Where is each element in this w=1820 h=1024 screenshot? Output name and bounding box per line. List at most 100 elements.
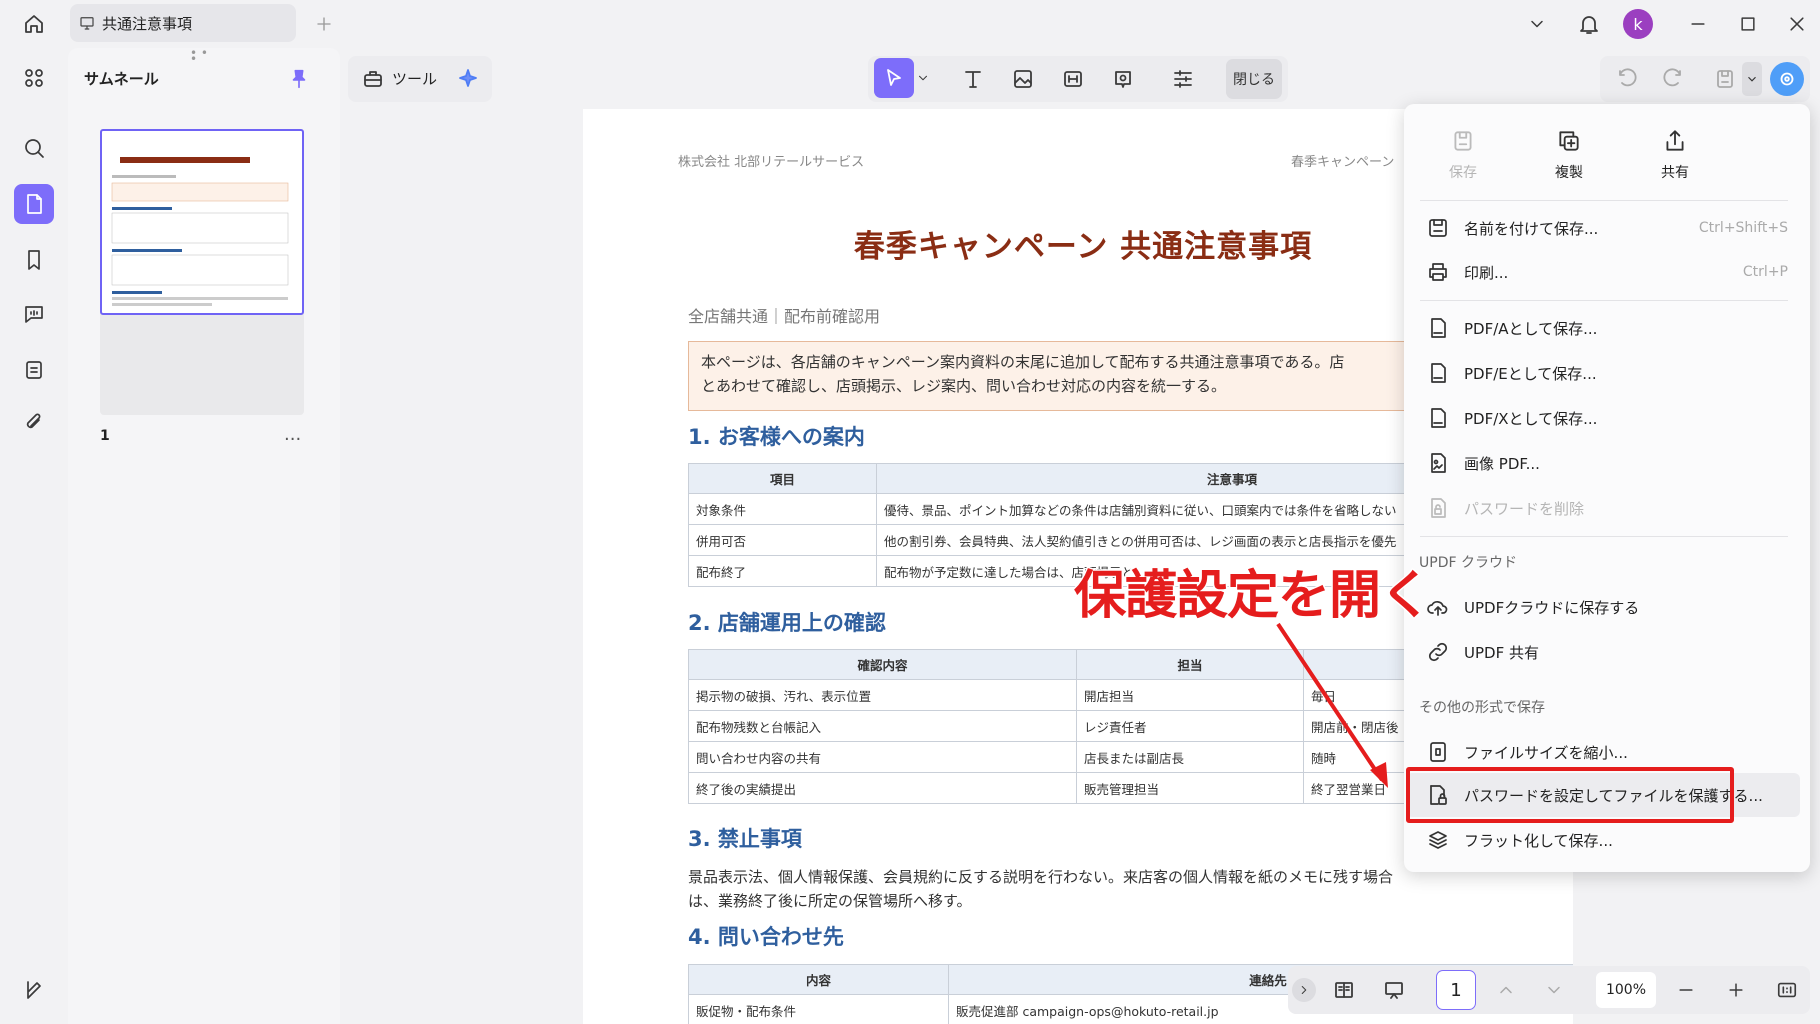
document-tab-title: 共通注意事項 xyxy=(102,14,193,33)
search-icon[interactable] xyxy=(14,128,54,168)
menu-item-label: UPDF 共有 xyxy=(1464,643,1539,662)
close-window-icon[interactable] xyxy=(1782,10,1812,38)
zoom-level[interactable]: 100% xyxy=(1596,972,1656,1008)
menu-divider xyxy=(1420,200,1788,201)
table-cell: 掲示物の破損、汚れ、表示位置 xyxy=(688,679,1077,711)
document-subtitle: 全店舗共通｜配布前確認用 xyxy=(688,307,881,326)
maximize-icon[interactable] xyxy=(1733,10,1763,38)
menu-item-label: 名前を付けて保存... xyxy=(1464,219,1599,238)
menu-save-button[interactable]: 保存 xyxy=(1418,128,1508,182)
section-heading: 1. お客様への案内 xyxy=(688,425,865,449)
save-as-icon xyxy=(1429,219,1447,237)
chevron-down-icon[interactable] xyxy=(1524,12,1550,36)
thumbnail-more-icon[interactable]: ... xyxy=(284,424,301,445)
properties-sliders-icon[interactable] xyxy=(1166,62,1200,96)
page-header-left: 株式会社 北部リテールサービス xyxy=(678,155,865,170)
paperclip-icon[interactable] xyxy=(14,404,54,444)
redo-icon[interactable] xyxy=(1658,64,1688,94)
toolbox-icon[interactable] xyxy=(358,64,388,94)
select-cursor-icon[interactable] xyxy=(874,58,914,98)
save-menu-toggle[interactable] xyxy=(1742,62,1762,96)
stamp-tool-icon[interactable] xyxy=(1106,62,1140,96)
paragraph-line: 景品表示法、個人情報保護、会員規約に反する説明を行わない。来店客の個人情報を紙の… xyxy=(688,868,1394,886)
table-cell: 併用可否 xyxy=(688,524,877,556)
table-cell: 配布物残数と台帳記入 xyxy=(688,710,1077,742)
notification-bell-icon[interactable] xyxy=(1574,10,1604,38)
menu-item-pdfx[interactable]: PDF/Xとして保存... xyxy=(1418,396,1798,440)
tools-button-label[interactable]: ツール xyxy=(392,68,437,89)
zoom-in-icon[interactable] xyxy=(1722,974,1750,1006)
printer-icon xyxy=(1429,263,1447,281)
thumbnails-page-icon[interactable] xyxy=(14,184,54,224)
bookmark-icon[interactable] xyxy=(14,240,54,280)
attachment-list-icon[interactable] xyxy=(14,350,54,390)
link-icon xyxy=(1428,642,1448,662)
image-pdf-icon xyxy=(1431,453,1446,473)
pdfa-file-icon xyxy=(1431,318,1446,338)
menu-duplicate-button[interactable]: 複製 xyxy=(1524,128,1614,182)
share-icon xyxy=(1666,130,1684,151)
pdfx-file-icon xyxy=(1431,408,1446,428)
new-tab-plus-icon[interactable] xyxy=(312,12,336,36)
menu-item-cloud-save[interactable]: UPDFクラウドに保存する xyxy=(1418,585,1798,629)
select-dropdown-chevron-icon[interactable] xyxy=(914,68,932,88)
save-disk-icon[interactable] xyxy=(1710,64,1740,94)
expand-chevron-icon[interactable] xyxy=(1292,978,1316,1002)
comment-icon[interactable] xyxy=(14,294,54,334)
menu-item-label: フラット化して保存... xyxy=(1464,831,1613,850)
table-header: 項目 xyxy=(688,463,877,494)
menu-item-label: パスワードを削除 xyxy=(1464,499,1585,518)
pin-icon[interactable] xyxy=(286,66,312,92)
page-layout-icon[interactable] xyxy=(1328,974,1360,1006)
next-page-icon[interactable] xyxy=(1540,974,1568,1006)
menu-section-cloud: UPDF クラウド xyxy=(1419,555,1517,571)
compress-file-icon xyxy=(1430,742,1446,762)
link-tool-icon[interactable] xyxy=(1056,62,1090,96)
undo-icon[interactable] xyxy=(1612,64,1642,94)
menu-item-print[interactable]: 印刷... Ctrl+P xyxy=(1418,250,1798,294)
updf-ai-assistant-icon[interactable] xyxy=(1770,62,1804,96)
pdfe-file-icon xyxy=(1431,363,1446,383)
image-tool-icon[interactable] xyxy=(1006,62,1040,96)
layers-icon xyxy=(1429,831,1447,849)
actual-size-icon[interactable] xyxy=(1772,974,1802,1006)
menu-item-shortcut: Ctrl+Shift+S xyxy=(1698,220,1788,236)
presentation-mode-icon[interactable] xyxy=(1378,974,1410,1006)
sign-pen-icon[interactable] xyxy=(14,970,54,1010)
menu-item-updf-share[interactable]: UPDF 共有 xyxy=(1418,630,1798,674)
presentation-icon xyxy=(80,17,94,30)
table-cell: 終了後の実績提出 xyxy=(688,772,1077,804)
previous-page-icon[interactable] xyxy=(1492,974,1520,1006)
unlock-file-icon xyxy=(1431,498,1446,518)
table-cell: 対象条件 xyxy=(688,493,877,525)
menu-item-image-pdf[interactable]: 画像 PDF... xyxy=(1418,441,1798,485)
close-edit-button[interactable]: 閉じる xyxy=(1226,59,1282,99)
menu-divider xyxy=(1420,536,1788,537)
zoom-out-icon[interactable] xyxy=(1672,974,1700,1006)
menu-save-label: 保存 xyxy=(1449,165,1477,181)
menu-item-shortcut: Ctrl+P xyxy=(1742,264,1788,280)
menu-share-label: 共有 xyxy=(1661,165,1689,181)
chevron-down-icon xyxy=(1748,76,1756,82)
document-tab[interactable]: 共通注意事項 xyxy=(70,4,296,42)
menu-item-label: PDF/Aとして保存... xyxy=(1464,319,1598,338)
ai-sparkle-icon[interactable] xyxy=(452,64,484,94)
home-icon[interactable] xyxy=(14,8,54,40)
menu-item-pdfe[interactable]: PDF/Eとして保存... xyxy=(1418,351,1798,395)
page-number-input[interactable]: 1 xyxy=(1436,970,1476,1010)
paragraph-line: は、業務終了後に所定の保管場所へ移す。 xyxy=(688,892,972,910)
panel-drag-handle[interactable]: • • • xyxy=(190,47,214,65)
menu-item-label: ファイルサイズを縮小... xyxy=(1464,743,1628,762)
menu-item-pdfa[interactable]: PDF/Aとして保存... xyxy=(1418,306,1798,350)
menu-item-label: 印刷... xyxy=(1464,263,1509,282)
user-avatar[interactable]: k xyxy=(1623,9,1653,39)
menu-item-flatten-save[interactable]: フラット化して保存... xyxy=(1418,818,1798,862)
table-header: 確認内容 xyxy=(688,649,1077,680)
page-thumbnail[interactable] xyxy=(100,129,304,315)
text-tool-icon[interactable] xyxy=(956,62,990,96)
menu-item-remove-password[interactable]: パスワードを削除 xyxy=(1418,486,1798,530)
menu-share-button[interactable]: 共有 xyxy=(1630,128,1720,182)
minimize-icon[interactable] xyxy=(1683,10,1713,38)
apps-grid-icon[interactable] xyxy=(14,58,54,98)
menu-item-save-as[interactable]: 名前を付けて保存... Ctrl+Shift+S xyxy=(1418,206,1798,250)
